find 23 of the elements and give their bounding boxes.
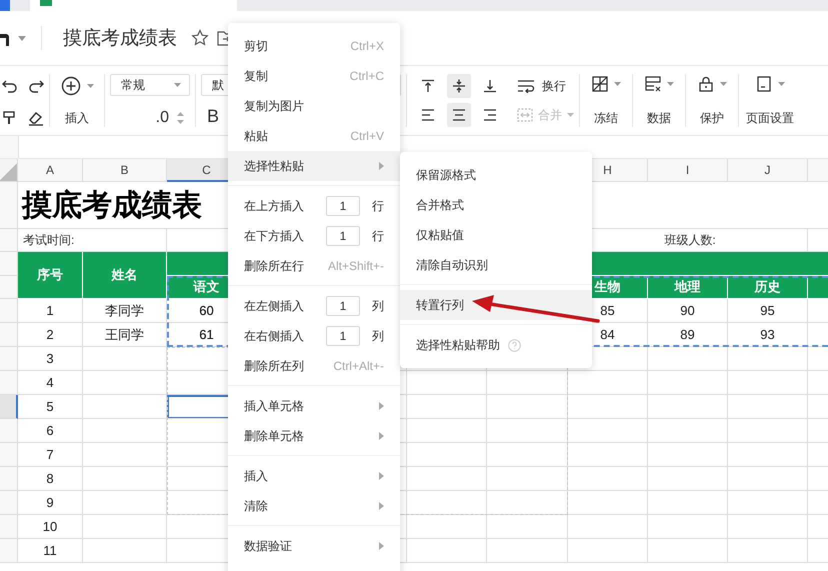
table-cell: 10: [18, 515, 83, 539]
header-cell: 序号: [18, 252, 83, 299]
header-cell: 姓名: [83, 252, 167, 299]
decimal-places-value: .0: [156, 109, 169, 127]
table-cell: 王同学: [83, 323, 167, 347]
table-cell: 9: [18, 491, 83, 515]
table-cell: 2: [18, 323, 83, 347]
table-cell: 11: [18, 539, 83, 563]
table-cell: 7: [18, 443, 83, 467]
table-cell: 90: [648, 299, 728, 323]
table-cell: 4: [18, 371, 83, 395]
table-cell: 89: [648, 323, 728, 347]
table-cell: 3: [18, 347, 83, 371]
table-cell: 95: [728, 299, 808, 323]
table-cell: 6: [18, 419, 83, 443]
table-cell: 李同学: [83, 299, 167, 323]
table-cell: 93: [728, 323, 808, 347]
table-cell: 5: [18, 395, 83, 419]
header-cell: 历史: [728, 276, 808, 299]
table-cell: 1: [18, 299, 83, 323]
table-cell: 8: [18, 467, 83, 491]
document-title: 摸底考成绩表: [63, 27, 177, 51]
header-cell: 地理: [648, 276, 728, 299]
